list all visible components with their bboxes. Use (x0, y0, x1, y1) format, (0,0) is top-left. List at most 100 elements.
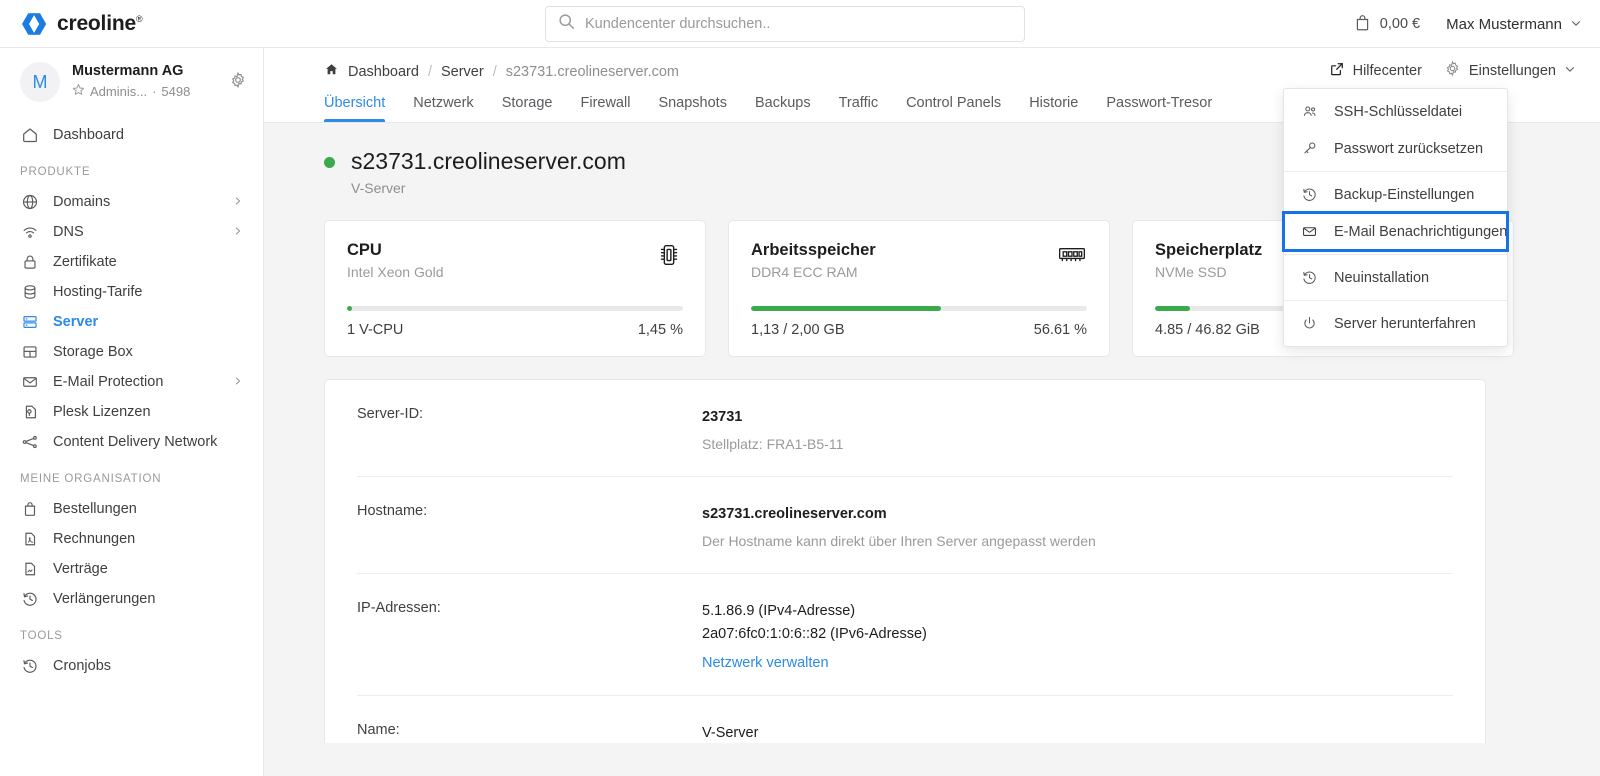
sidebar-item-label: Hosting-Tarife (53, 284, 143, 300)
shopping-bag-icon (1354, 14, 1371, 35)
sidebar-item-bestellungen[interactable]: Bestellungen (0, 494, 263, 524)
sidebar-item-email-protection[interactable]: E-Mail Protection (0, 367, 263, 397)
organization-role: Adminis... (90, 84, 148, 100)
detail-value-group: 23731 Stellplatz: FRA1-B5-11 (702, 406, 1453, 452)
history-icon (20, 590, 39, 608)
tab-netzwerk[interactable]: Netzwerk (399, 89, 487, 122)
sidebar-item-label: Dashboard (53, 127, 124, 143)
card-title: Speicherplatz (1155, 240, 1263, 259)
card-subtitle: DDR4 ECC RAM (751, 263, 858, 280)
menu-item-neuinstallation[interactable]: Neuinstallation (1284, 259, 1507, 296)
card-subtitle: Intel Xeon Gold (347, 263, 444, 280)
globe-icon (20, 193, 39, 211)
sidebar: M Mustermann AG Adminis... · 5498 Dashbo… (0, 48, 264, 776)
breadcrumb-item-dashboard[interactable]: Dashboard (348, 64, 419, 80)
metric-card-arbeitsspeicher: Arbeitsspeicher DDR4 ECC RAM 1,13 / 2,00… (728, 219, 1110, 357)
organization-switcher[interactable]: M Mustermann AG Adminis... · 5498 (0, 48, 263, 116)
tab-historie[interactable]: Historie (1015, 89, 1092, 122)
organization-settings-gear-icon[interactable] (229, 71, 247, 94)
detail-value-ipv6: 2a07:6fc0:1:0:6::82 (IPv6-Adresse) (702, 626, 927, 643)
organization-customer-id: 5498 (161, 84, 191, 100)
menu-item-label: Passwort zurücksetzen (1334, 140, 1484, 157)
tab-uebersicht[interactable]: Übersicht (324, 89, 399, 122)
tab-storage[interactable]: Storage (488, 89, 567, 122)
sidebar-item-label: Verlängerungen (53, 591, 156, 607)
envelope-icon (1300, 223, 1318, 240)
sidebar-item-content-delivery-network[interactable]: Content Delivery Network (0, 427, 263, 457)
page-title: s23731.creolineserver.com (351, 148, 626, 174)
network-icon (20, 433, 39, 451)
sidebar-item-label: Zertifikate (53, 254, 117, 270)
metric-card-cpu: CPU Intel Xeon Gold 1 V-CPU 1,45 % (324, 219, 706, 357)
organization-meta: Adminis... · 5498 (72, 82, 217, 102)
sidebar-item-zertifikate[interactable]: Zertifikate (0, 247, 263, 277)
card-subtitle: NVMe SSD (1155, 263, 1227, 280)
chevron-right-icon (233, 224, 243, 240)
netzwerk-verwalten-link[interactable]: Netzwerk verwalten (702, 655, 829, 671)
sidebar-section-title-tools: TOOLS (20, 630, 63, 642)
chevron-right-icon (233, 374, 243, 390)
user-menu-button[interactable]: Max Mustermann (1446, 16, 1582, 33)
menu-item-ssh-schluesseldatei[interactable]: SSH-Schlüsseldatei (1284, 93, 1507, 130)
sidebar-item-domains[interactable]: Domains (0, 187, 263, 217)
global-topbar: creoline® 0,00 € (0, 0, 1600, 48)
sidebar-item-dashboard[interactable]: Dashboard (0, 120, 263, 150)
cart-button[interactable]: 0,00 € (1354, 14, 1420, 35)
sidebar-item-rechnungen[interactable]: Rechnungen (0, 524, 263, 554)
user-name: Max Mustermann (1446, 15, 1562, 33)
key-icon (1300, 140, 1318, 157)
chevron-right-icon (233, 194, 243, 210)
detail-note: Der Hostname kann direkt über Ihren Serv… (702, 533, 1096, 550)
tab-backups[interactable]: Backups (741, 89, 825, 122)
meta-separator: · (152, 84, 157, 100)
sidebar-item-storage-box[interactable]: Storage Box (0, 337, 263, 367)
avatar: M (20, 62, 60, 102)
ram-icon (1057, 241, 1087, 272)
tab-snapshots[interactable]: Snapshots (644, 89, 741, 122)
search-input[interactable] (585, 16, 1012, 32)
tab-passwort-tresor[interactable]: Passwort-Tresor (1092, 89, 1226, 122)
usage-bar-fill (751, 305, 942, 311)
gear-icon (1444, 60, 1461, 81)
menu-item-passwort-zuruecksetzen[interactable]: Passwort zurücksetzen (1284, 130, 1507, 167)
history-icon (20, 657, 39, 675)
detail-row-hostname: Hostname: s23731.creolineserver.com Der … (357, 477, 1453, 575)
menu-item-label: Neuinstallation (1334, 269, 1430, 286)
page-header-actions: Hilfecenter Einstellungen (1329, 60, 1576, 81)
detail-label: Server-ID: (357, 405, 424, 422)
sidebar-item-dns[interactable]: DNS (0, 217, 263, 247)
status-badge (324, 157, 335, 168)
detail-label: Name: (357, 721, 400, 738)
sidebar-item-label: Bestellungen (53, 501, 137, 517)
sidebar-item-server[interactable]: Server (0, 307, 263, 337)
sidebar-item-hosting-tarife[interactable]: Hosting-Tarife (0, 277, 263, 307)
tab-traffic[interactable]: Traffic (825, 89, 892, 122)
sidebar-item-label: Server (53, 314, 99, 330)
menu-item-backup-einstellungen[interactable]: Backup-Einstellungen (1284, 176, 1507, 213)
sidebar-item-vertraege[interactable]: Verträge (0, 554, 263, 584)
cpu-icon (655, 241, 683, 274)
menu-item-server-herunterfahren[interactable]: Server herunterfahren (1284, 305, 1507, 342)
detail-value-group: 5.1.86.9 (IPv4-Adresse) 2a07:6fc0:1:0:6:… (702, 600, 1453, 670)
sidebar-section-title-meine-organisation: MEINE ORGANISATION (20, 473, 162, 485)
history-icon (1300, 186, 1318, 203)
sidebar-item-cronjobs[interactable]: Cronjobs (0, 651, 263, 681)
breadcrumb-item-server[interactable]: Server (441, 64, 484, 80)
tab-firewall[interactable]: Firewall (566, 89, 644, 122)
sidebar-item-plesk-lizenzen[interactable]: Plesk Lizenzen (0, 397, 263, 427)
pdf-icon (20, 530, 39, 548)
hilfecenter-button[interactable]: Hilfecenter (1329, 61, 1422, 81)
brand-logo[interactable]: creoline® (0, 10, 264, 38)
sidebar-item-verlaengerungen[interactable]: Verlängerungen (0, 584, 263, 614)
global-search[interactable] (545, 6, 1025, 42)
detail-value-ipv4: 5.1.86.9 (IPv4-Adresse) (702, 603, 856, 620)
sidebar-item-label: Storage Box (53, 344, 133, 360)
home-icon[interactable] (324, 62, 339, 81)
detail-value-group: V-Server Vergeben Sie einen individuelle… (702, 722, 1453, 743)
menu-item-email-benachrichtigungen[interactable]: E-Mail Benachrichtigungen (1282, 211, 1509, 252)
tab-control-panels[interactable]: Control Panels (892, 89, 1015, 122)
detail-note: Stellplatz: FRA1-B5-11 (702, 436, 844, 453)
einstellungen-dropdown-button[interactable]: Einstellungen (1444, 60, 1576, 81)
users-icon (1300, 103, 1318, 120)
sidebar-section-title-produkte: PRODUKTE (20, 166, 91, 178)
